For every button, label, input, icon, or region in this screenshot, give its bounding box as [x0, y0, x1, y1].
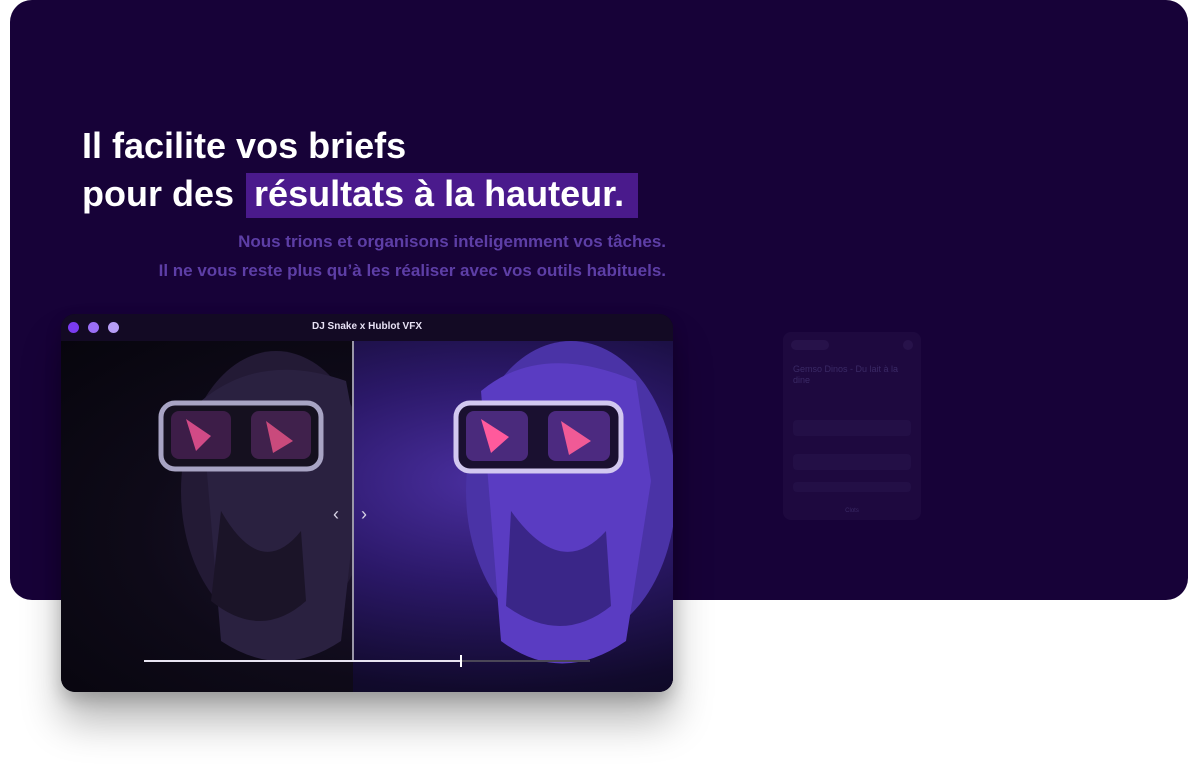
ghost-row: [793, 454, 911, 470]
hero-subline-2: Il ne vous reste plus qu’à les réaliser …: [158, 261, 666, 280]
hero-headline: Il facilite vos briefs pour des résultat…: [82, 122, 639, 218]
ghost-row: [793, 482, 911, 492]
headline-line-1: Il facilite vos briefs: [82, 125, 407, 166]
scrubber-handle[interactable]: [459, 655, 462, 667]
portrait-after-graphic: [453, 341, 673, 664]
chevron-right-icon[interactable]: ›: [361, 504, 367, 524]
window-title: DJ Snake x Hublot VFX: [311, 321, 423, 332]
chevron-left-icon[interactable]: ‹: [333, 504, 339, 524]
before-after-viewer[interactable]: ‹ ›: [61, 341, 673, 692]
hero-subline-1: Nous trions et organisons inteligemment …: [238, 232, 666, 251]
headline-prefix: pour des: [82, 173, 235, 214]
headline-highlight: résultats à la hauteur.: [246, 173, 639, 218]
ghost-badge: [791, 340, 829, 350]
after-image-clip: [353, 341, 673, 692]
scrubber-progress: [144, 660, 461, 662]
ghost-task-card: Gemso Dinos - Du lait à la dine Clots: [783, 332, 921, 520]
app-window: DJ Snake x Hublot VFX ‹ ›: [61, 314, 673, 692]
after-image: [353, 341, 673, 692]
ghost-footer: Clots: [845, 508, 859, 514]
compare-divider-handle[interactable]: [352, 341, 354, 662]
headline-line-2: pour des résultats à la hauteur.: [82, 170, 639, 218]
ghost-title: Gemso Dinos - Du lait à la dine: [793, 364, 899, 385]
window-titlebar: DJ Snake x Hublot VFX: [61, 314, 673, 341]
ghost-avatar: [903, 340, 913, 350]
video-scrubber[interactable]: [144, 655, 590, 667]
ghost-row: [793, 420, 911, 436]
